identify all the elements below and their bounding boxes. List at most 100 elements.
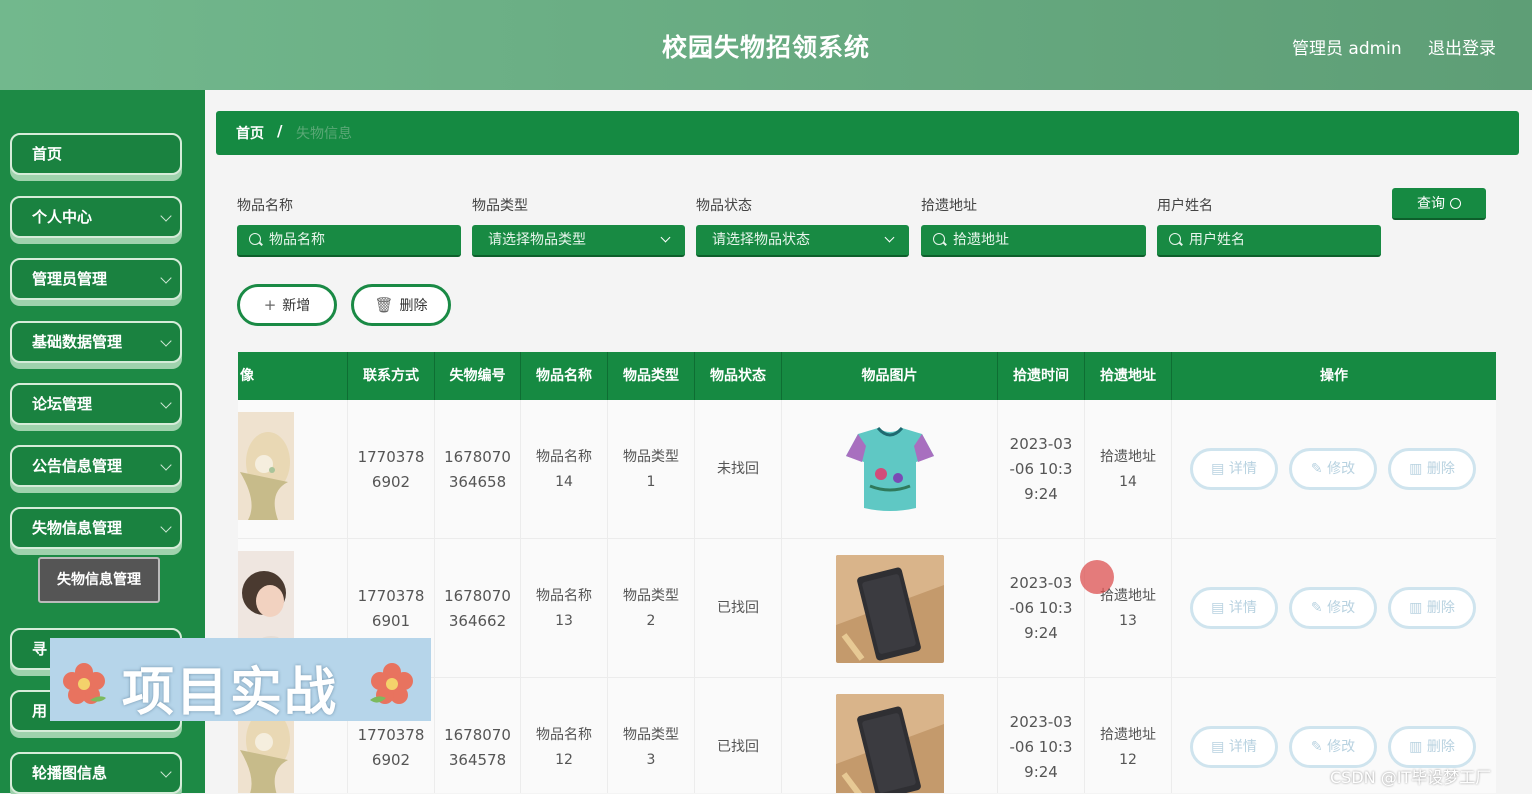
- status-cell: 已找回: [695, 678, 782, 793]
- batch-delete-button[interactable]: 🗑 删除: [351, 284, 451, 326]
- chevron-down-icon: [160, 210, 172, 222]
- col-image: 物品图片: [782, 352, 998, 400]
- status-text: 已找回: [717, 600, 759, 616]
- delete-button[interactable]: ▥ 删除: [1388, 448, 1476, 490]
- breadcrumb: 首页 / 失物信息: [216, 111, 1519, 155]
- time-line: 2023-03: [1009, 435, 1073, 453]
- doc-icon: ▤: [1211, 600, 1229, 616]
- type-cell: 物品类型 1: [608, 400, 695, 539]
- phone-line: 6901: [371, 611, 411, 630]
- doc-icon: ▤: [1211, 739, 1229, 755]
- current-user: 管理员 admin: [1292, 39, 1402, 59]
- logout-link[interactable]: 退出登录: [1428, 34, 1496, 59]
- username-input[interactable]: 用户姓名: [1157, 225, 1381, 257]
- type-cell: 物品类型 2: [608, 539, 695, 678]
- code-cell: 1678070 364662: [435, 539, 521, 678]
- sidebar-item-label: 基础数据管理: [32, 333, 123, 351]
- sidebar-item-notices[interactable]: 公告信息管理: [10, 445, 182, 487]
- time-line: -06 10:3: [1009, 599, 1073, 617]
- col-status: 物品状态: [695, 352, 782, 400]
- sidebar-item-label: 首页: [32, 145, 63, 163]
- add-label: 新增: [282, 298, 311, 314]
- filter-label-status: 物品状态: [696, 198, 752, 214]
- time-line: 9:24: [1024, 763, 1058, 781]
- edit-button[interactable]: ✎ 修改: [1289, 726, 1377, 768]
- detail-button[interactable]: ▤ 详情: [1190, 448, 1278, 490]
- chevron-down-icon: [660, 232, 671, 243]
- sidebar-item-home[interactable]: 首页: [10, 133, 182, 175]
- sidebar-item-base-data[interactable]: 基础数据管理: [10, 321, 182, 363]
- detail-button[interactable]: ▤ 详情: [1190, 587, 1278, 629]
- chevron-down-icon: [160, 459, 172, 471]
- sidebar-item-lost-items[interactable]: 失物信息管理: [10, 507, 182, 549]
- submenu-lost-items[interactable]: 失物信息管理: [38, 557, 160, 603]
- shirt-image: [835, 415, 944, 524]
- search-icon: [1450, 198, 1461, 209]
- sidebar-item-forum[interactable]: 论坛管理: [10, 383, 182, 425]
- search-icon: [933, 233, 945, 245]
- chevron-down-icon: [884, 232, 895, 243]
- delete-label: 删除: [1426, 461, 1455, 477]
- input-placeholder: 物品名称: [269, 232, 325, 248]
- item-type-select[interactable]: 请选择物品类型: [472, 225, 685, 257]
- col-address: 拾遗地址: [1085, 352, 1172, 400]
- edit-label: 修改: [1327, 739, 1356, 755]
- image-cell: [782, 539, 998, 678]
- time-line: -06 10:3: [1009, 738, 1073, 756]
- name-cell: 物品名称 13: [521, 539, 608, 678]
- name-cell: 物品名称 12: [521, 678, 608, 793]
- status-text: 已找回: [717, 739, 759, 755]
- breadcrumb-home[interactable]: 首页: [236, 123, 264, 143]
- type-line: 物品类型: [623, 448, 679, 465]
- add-button[interactable]: + 新增: [237, 284, 337, 326]
- input-placeholder: 拾遗地址: [953, 232, 1009, 248]
- edit-button[interactable]: ✎ 修改: [1289, 587, 1377, 629]
- trash-icon: ▥: [1409, 739, 1427, 755]
- watermark: CSDN @IT毕设梦工厂: [1330, 768, 1492, 787]
- avatar-cell: [238, 400, 348, 539]
- chevron-down-icon: [160, 397, 172, 409]
- col-name: 物品名称: [521, 352, 608, 400]
- pencil-icon: ✎: [1310, 739, 1328, 755]
- phone-line: 6902: [371, 472, 411, 491]
- edit-label: 修改: [1327, 461, 1356, 477]
- code-cell: 1678070 364658: [435, 400, 521, 539]
- type-line: 物品类型: [623, 726, 679, 743]
- detail-label: 详情: [1228, 600, 1257, 616]
- sidebar-item-admins[interactable]: 管理员管理: [10, 258, 182, 300]
- phone-cell: 1770378 6902: [348, 400, 435, 539]
- code-line: 1678070: [444, 447, 511, 466]
- delete-button[interactable]: ▥ 删除: [1388, 726, 1476, 768]
- search-icon: [1169, 233, 1181, 245]
- col-type: 物品类型: [608, 352, 695, 400]
- address-input[interactable]: 拾遗地址: [921, 225, 1146, 257]
- filter-label-address: 拾遗地址: [921, 198, 977, 214]
- wallet-image: [835, 554, 944, 663]
- sidebar-item-label: 管理员管理: [32, 270, 108, 288]
- trash-icon: ▥: [1409, 600, 1427, 616]
- detail-button[interactable]: ▤ 详情: [1190, 726, 1278, 768]
- name-line: 物品名称: [536, 448, 592, 465]
- sidebar-item-carousel[interactable]: 轮播图信息: [10, 752, 182, 794]
- address-line: 12: [1119, 751, 1137, 768]
- item-name-input[interactable]: 物品名称: [237, 225, 461, 257]
- filter-label-type: 物品类型: [472, 198, 528, 214]
- sidebar-item-profile[interactable]: 个人中心: [10, 196, 182, 238]
- delete-label: 删除: [399, 298, 428, 314]
- query-button[interactable]: 查询: [1392, 188, 1486, 220]
- type-line: 3: [646, 751, 656, 768]
- edit-label: 修改: [1327, 600, 1356, 616]
- edit-button[interactable]: ✎ 修改: [1289, 448, 1377, 490]
- code-line: 1678070: [444, 586, 511, 605]
- phone-line: 1770378: [357, 447, 425, 466]
- actions-cell: ▤ 详情 ✎ 修改 ▥ 删除: [1172, 400, 1496, 539]
- flower-icon: [370, 663, 413, 704]
- status-cell: 已找回: [695, 539, 782, 678]
- address-line: 14: [1119, 473, 1137, 490]
- sidebar-item-label: 用: [32, 702, 48, 720]
- name-line: 物品名称: [536, 726, 592, 743]
- delete-button[interactable]: ▥ 删除: [1388, 587, 1476, 629]
- item-status-select[interactable]: 请选择物品状态: [696, 225, 909, 257]
- wallet-image: [835, 693, 944, 793]
- input-placeholder: 用户姓名: [1189, 232, 1245, 248]
